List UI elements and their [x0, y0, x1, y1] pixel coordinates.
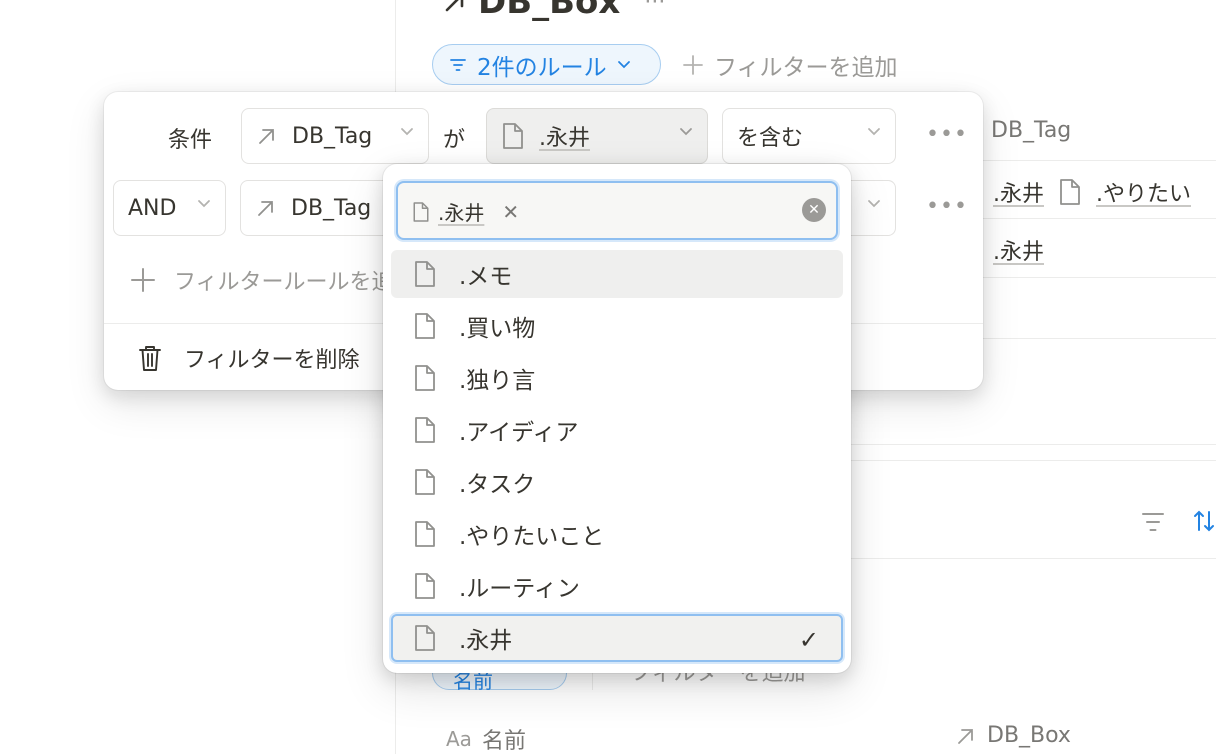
dropdown-option[interactable]: .アイディア: [391, 406, 843, 454]
option-label: .タスク: [459, 472, 536, 498]
token-label: .永井: [438, 201, 485, 225]
page-icon: [413, 260, 437, 288]
selected-token[interactable]: .永井 ✕: [412, 197, 519, 226]
add-filter-button[interactable]: フィルターを追加: [682, 48, 898, 82]
value-label: .永井: [539, 126, 590, 151]
filter-rules-chip[interactable]: 2件のルール: [432, 44, 661, 85]
dropdown-option[interactable]: .メモ: [391, 250, 843, 298]
relation-arrow-icon: [255, 197, 277, 219]
chevron-down-icon: [197, 199, 211, 209]
check-icon: ✓: [798, 626, 819, 654]
chevron-down-icon: [867, 127, 881, 137]
dropdown-option[interactable]: .永井 ✓: [391, 614, 843, 662]
column-label: 名前: [481, 729, 526, 754]
property-label: DB_Tag: [291, 195, 372, 221]
remove-token-icon[interactable]: ✕: [502, 200, 519, 224]
column-header-db-box[interactable]: DB_Box: [955, 723, 1071, 748]
dropdown-option[interactable]: .やりたいこと: [391, 510, 843, 558]
value-search-input[interactable]: .永井 ✕ ✕: [396, 181, 838, 240]
option-label: .アイディア: [459, 420, 579, 446]
page-icon: [413, 572, 437, 600]
chevron-down-icon: [867, 199, 881, 209]
logic-operator-select[interactable]: AND: [113, 180, 226, 236]
table-divider: [980, 218, 1216, 219]
table-row[interactable]: .永井 .やりたい: [993, 176, 1191, 208]
page-icon: [501, 122, 525, 150]
value-select[interactable]: .永井: [486, 108, 708, 164]
delete-filter-label: フィルターを削除: [184, 348, 360, 373]
page-icon: [413, 624, 437, 652]
relation-arrow-icon: [955, 725, 977, 747]
property-select[interactable]: DB_Tag: [241, 108, 429, 164]
clear-icon[interactable]: ✕: [802, 198, 826, 222]
relation-value[interactable]: .永井: [993, 240, 1044, 265]
text-type-icon: Aa: [446, 727, 472, 751]
table-divider: [980, 277, 1216, 278]
relation-value[interactable]: .やりたい: [1096, 176, 1191, 208]
value-dropdown: .永井 ✕ ✕ .メモ .買い物 .独り言 .アイディア .タスク .やりたいこと .ルーテ…: [383, 164, 851, 673]
add-filter-rule-button[interactable]: フィルタールールを追加: [130, 264, 416, 296]
connector-label: が: [443, 128, 466, 153]
option-label: .買い物: [459, 316, 536, 342]
operator-select[interactable]: を含む: [722, 108, 896, 164]
trash-icon: [138, 344, 162, 372]
dropdown-option[interactable]: .ルーティン: [391, 562, 843, 610]
rule-more-icon[interactable]: •••: [926, 194, 968, 219]
dropdown-option[interactable]: .買い物: [391, 302, 843, 350]
dropdown-option[interactable]: .独り言: [391, 354, 843, 402]
delete-filter-button[interactable]: フィルターを削除: [138, 342, 360, 374]
relation-value[interactable]: .永井: [993, 176, 1044, 208]
page-title: DB_Box ···: [442, 0, 665, 22]
option-label: .永井: [459, 628, 513, 654]
filter-icon: [449, 57, 467, 73]
more-icon[interactable]: ···: [644, 0, 665, 15]
dropdown-option[interactable]: .タスク: [391, 458, 843, 506]
page-title-text: DB_Box: [478, 0, 621, 22]
column-label: DB_Box: [987, 723, 1071, 748]
property-label: DB_Tag: [292, 123, 373, 149]
option-label: .メモ: [459, 264, 513, 290]
add-filter-label: フィルターを追加: [714, 55, 898, 81]
table-divider: [980, 338, 1216, 339]
chevron-down-icon: [679, 127, 693, 137]
rule-prefix-label: 条件: [168, 128, 213, 153]
column-header-db-tag[interactable]: DB_Tag: [991, 118, 1071, 143]
page-icon: [1058, 178, 1082, 206]
plus-icon: [130, 267, 156, 293]
page-icon: [413, 520, 437, 548]
page-icon: [413, 468, 437, 496]
page-icon: [413, 364, 437, 392]
column-header-name[interactable]: Aa 名前: [446, 723, 526, 754]
chevron-down-icon: [400, 127, 414, 137]
page-icon: [412, 201, 430, 223]
option-label: .ルーティン: [459, 576, 580, 602]
page-icon: [413, 312, 437, 340]
add-filter-rule-label: フィルタールールを追加: [174, 270, 416, 295]
relation-arrow-icon: [256, 125, 278, 147]
operator-label: を含む: [737, 126, 804, 151]
filter-icon[interactable]: [1141, 511, 1165, 533]
sort-icon[interactable]: [1192, 508, 1216, 534]
option-label: .やりたいこと: [459, 524, 605, 550]
relation-arrow-icon: [442, 0, 468, 15]
option-label: .独り言: [459, 368, 536, 394]
table-row[interactable]: .永井: [993, 234, 1044, 266]
chevron-down-icon: [617, 60, 631, 70]
logic-operator-label: AND: [128, 195, 177, 221]
plus-icon: [682, 54, 704, 76]
filter-rules-label: 2件のルール: [477, 54, 607, 81]
table-divider: [980, 160, 1216, 161]
rule-more-icon[interactable]: •••: [926, 122, 968, 147]
page-icon: [413, 416, 437, 444]
